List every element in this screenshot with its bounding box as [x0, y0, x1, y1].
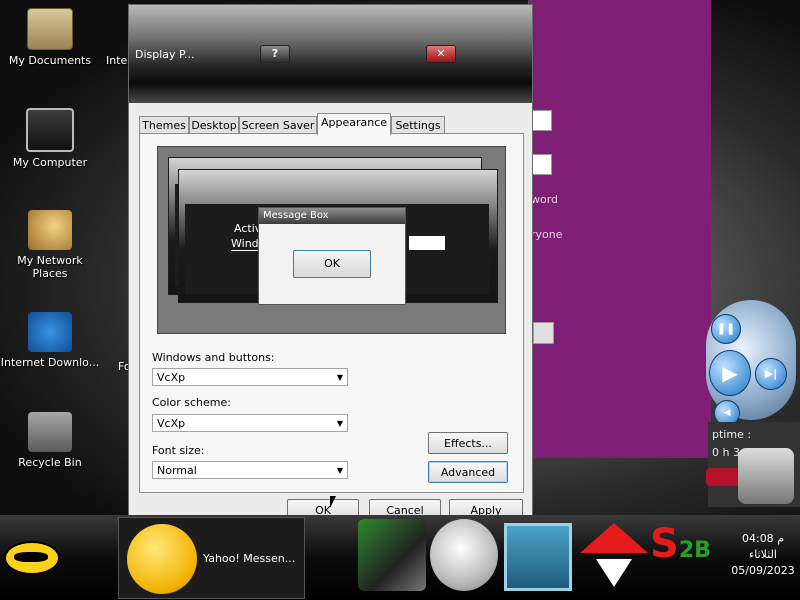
- recycle-bin-widget-icon: [738, 448, 794, 504]
- chevron-down-icon: ▼: [336, 466, 343, 475]
- dialog-title-bar[interactable]: Display P... ? ✕: [129, 5, 532, 103]
- help-button[interactable]: ?: [260, 45, 290, 63]
- face-tray-icon[interactable]: [430, 519, 498, 591]
- windows-and-buttons-label: Windows and buttons:: [152, 351, 275, 364]
- app-tray-icon[interactable]: [358, 519, 426, 591]
- network-places-icon: [28, 210, 72, 250]
- uptime-widget: ptime : 0 h 3 min: [706, 422, 800, 507]
- close-button[interactable]: ✕: [426, 45, 456, 63]
- color-scheme-label: Color scheme:: [152, 396, 231, 409]
- tab-appearance[interactable]: Appearance: [317, 113, 391, 135]
- batman-logo-icon[interactable]: [4, 541, 60, 575]
- desktop-icon-partial-label[interactable]: Inte: [106, 54, 127, 67]
- clock-time: 04:08 م: [741, 532, 784, 545]
- taskbar-item-label: Yahoo! Messen...: [203, 552, 296, 565]
- clock[interactable]: 04:08 م الثلاثاء 05/09/2023: [728, 531, 798, 579]
- advanced-button[interactable]: Advanced: [428, 461, 508, 483]
- desktop-icon-recycle-bin[interactable]: Recycle Bin: [0, 412, 100, 469]
- effects-button[interactable]: Effects...: [428, 432, 508, 454]
- desktop-icon-internet-download[interactable]: Internet Downlo...: [0, 312, 100, 369]
- input-box[interactable]: [531, 154, 552, 175]
- mouse-cursor-icon: [330, 496, 336, 508]
- preview-ok-button: OK: [293, 250, 371, 278]
- play-button[interactable]: ▶: [709, 350, 751, 396]
- yahoo-smiley-icon: [127, 524, 197, 594]
- chevron-down-icon: ▼: [336, 419, 343, 428]
- display-properties-dialog: Display P... ? ✕ Themes Desktop Screen S…: [128, 4, 533, 521]
- appearance-preview: Activ Windo Message Box OK: [157, 146, 506, 334]
- uptime-label: ptime :: [712, 428, 752, 441]
- everyone-label: ryone: [531, 228, 563, 241]
- monitor-tray-icon[interactable]: [504, 523, 572, 591]
- desktop-icon-my-network-places[interactable]: My Network Places: [0, 210, 100, 280]
- taskbar-item-yahoo-messenger[interactable]: Yahoo! Messen...: [118, 517, 305, 599]
- clock-day: الثلاثاء: [749, 548, 777, 561]
- tab-desktop[interactable]: Desktop: [189, 116, 239, 134]
- s2b-tray-icon[interactable]: S2B: [650, 519, 718, 591]
- input-box[interactable]: [531, 110, 552, 131]
- clock-date: 05/09/2023: [731, 564, 795, 577]
- dialog-title: Display P...: [135, 48, 195, 61]
- windows-and-buttons-value: VcXp: [157, 371, 186, 384]
- next-button[interactable]: ▶|: [755, 358, 787, 390]
- font-size-select[interactable]: Normal ▼: [152, 461, 348, 479]
- recycle-bin-icon: [28, 412, 72, 452]
- font-size-label: Font size:: [152, 444, 205, 457]
- desktop-icon-label: Internet Downlo...: [0, 356, 100, 369]
- tab-settings[interactable]: Settings: [391, 116, 445, 134]
- preview-text-box: [409, 236, 445, 250]
- taskbar: Yahoo! Messen... S2B 04:08 م الثلاثاء 05…: [0, 515, 800, 600]
- preview-message-box: Message Box OK: [258, 207, 406, 305]
- desktop-icon-my-computer[interactable]: My Computer: [0, 108, 100, 169]
- pause-button[interactable]: ❚❚: [711, 314, 741, 344]
- color-scheme-select[interactable]: VcXp ▼: [152, 414, 348, 432]
- password-label: word: [531, 193, 559, 206]
- desktop-icon-label: My Computer: [12, 156, 88, 169]
- folder-documents-icon: [27, 8, 73, 50]
- tab-screen-saver[interactable]: Screen Saver: [239, 116, 317, 134]
- windows-and-buttons-select[interactable]: VcXp ▼: [152, 368, 348, 386]
- upload-download-tray-icon[interactable]: [578, 519, 648, 591]
- chevron-down-icon: ▼: [336, 373, 343, 382]
- appearance-panel: Activ Windo Message Box OK Windows and b…: [139, 133, 524, 493]
- dropdown-arrow[interactable]: [533, 322, 554, 344]
- color-scheme-value: VcXp: [157, 417, 186, 430]
- background-window[interactable]: word ryone: [528, 0, 711, 458]
- desktop-icon-my-documents[interactable]: My Documents: [0, 8, 100, 67]
- internet-download-manager-icon: [28, 312, 72, 352]
- font-size-value: Normal: [157, 464, 197, 477]
- preview-message-box-title: Message Box: [259, 208, 405, 224]
- desktop-icon-label: My Documents: [8, 54, 92, 67]
- computer-icon: [26, 108, 74, 152]
- tab-themes[interactable]: Themes: [139, 116, 189, 134]
- desktop-icon-label: Recycle Bin: [18, 456, 82, 469]
- desktop-icon-label: My Network Places: [17, 254, 83, 280]
